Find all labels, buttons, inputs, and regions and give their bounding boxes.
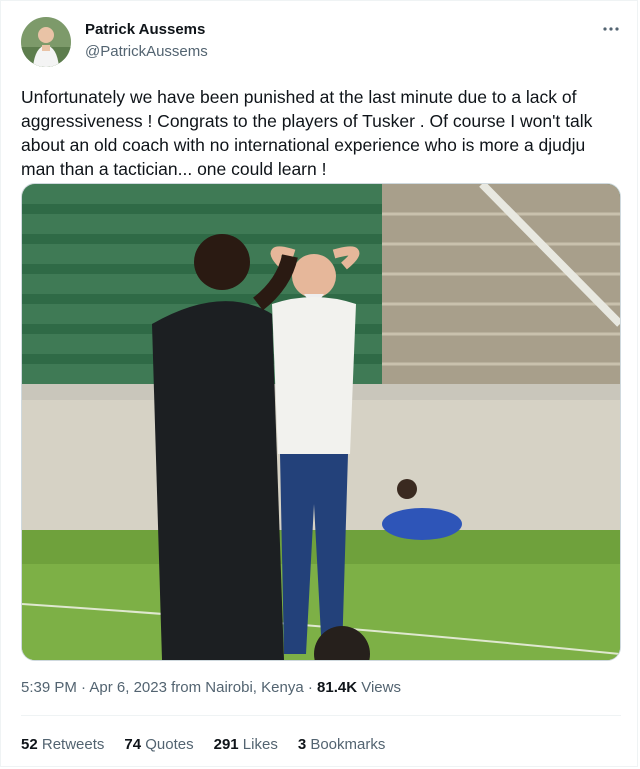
author-name[interactable]: Patrick Aussems <box>85 21 205 38</box>
meta-separator: · <box>303 679 318 696</box>
likes-count: 291 <box>213 736 239 753</box>
tweet-card: Patrick Aussems @PatrickAussems Unfortun… <box>0 0 638 767</box>
tweet-date[interactable]: Apr 6, 2023 <box>89 679 167 696</box>
tweet-location: from Nairobi, Kenya <box>166 679 304 696</box>
bookmarks-label: Bookmarks <box>306 736 386 753</box>
views-label: Views <box>357 679 401 696</box>
quotes-label: Quotes <box>141 736 194 753</box>
tweet-photo[interactable] <box>21 183 621 661</box>
quotes-stat[interactable]: 74 Quotes <box>124 736 193 753</box>
avatar[interactable] <box>21 17 71 67</box>
author-handle[interactable]: @PatrickAussems <box>85 43 208 60</box>
retweets-stat[interactable]: 52 Retweets <box>21 736 104 753</box>
bookmarks-count: 3 <box>297 736 307 753</box>
meta-separator: · <box>76 679 90 696</box>
more-options-icon[interactable] <box>599 17 623 41</box>
tweet-time[interactable]: 5:39 PM <box>21 679 77 696</box>
avatar-image <box>21 17 71 67</box>
tweet-meta: 5:39 PM · Apr 6, 2023 from Nairobi, Keny… <box>21 679 401 696</box>
retweets-label: Retweets <box>37 736 105 753</box>
likes-stat[interactable]: 291 Likes <box>214 736 278 753</box>
likes-label: Likes <box>238 736 278 753</box>
views-count: 81.4K <box>317 679 358 696</box>
engagement-stats: 52 Retweets 74 Quotes 291 Likes 3 Bookma… <box>21 736 405 753</box>
tweet-text: Unfortunately we have been punished at t… <box>21 87 593 179</box>
quotes-count: 74 <box>124 736 142 753</box>
retweets-count: 52 <box>21 736 38 753</box>
divider <box>21 715 621 716</box>
bookmarks-stat[interactable]: 3 Bookmarks <box>298 736 386 753</box>
